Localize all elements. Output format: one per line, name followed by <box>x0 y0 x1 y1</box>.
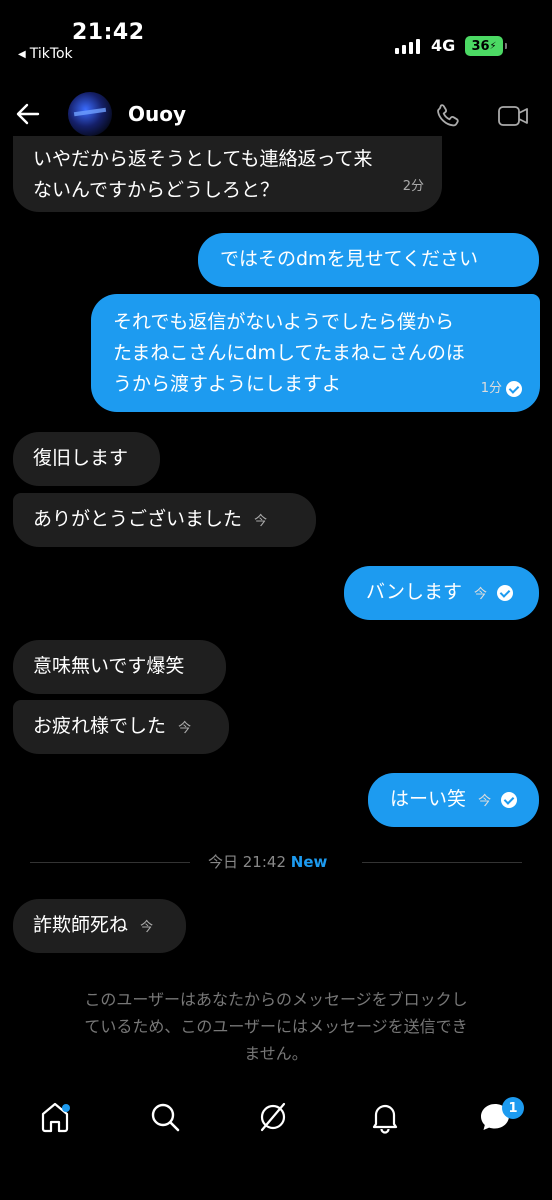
new-label: New <box>290 853 328 871</box>
message-received[interactable]: いやだから返そうとしても連絡返って来 ないんですからどうしろと？ 2分 <box>13 136 442 212</box>
divider-line <box>362 862 522 863</box>
message-received[interactable]: 復旧します <box>13 432 160 486</box>
home-unread-dot <box>62 1104 70 1112</box>
message-text: はーい笑 <box>390 788 467 810</box>
message-sent[interactable]: はーい笑 今 <box>368 773 539 827</box>
back-to-app-link[interactable]: ◀ TikTok <box>18 46 73 62</box>
message-text: たまねこさんにdmしてたまねこさんのほ <box>113 342 465 364</box>
message-time: 今 <box>474 587 488 602</box>
divider-line <box>30 862 190 863</box>
message-time: 1分 <box>480 381 502 396</box>
back-triangle-icon: ◀ <box>18 48 26 60</box>
battery-level: 36 <box>471 38 490 54</box>
message-text: 詐欺師死ね <box>33 914 129 936</box>
message-text: いやだから返そうとしても連絡返って来 <box>33 148 373 170</box>
message-sent[interactable]: それでも返信がないようでしたら僕から たまねこさんにdmしてたまねこさんのほ う… <box>91 294 540 412</box>
status-bar: 21:42 ◀ TikTok 4G 36 ⚡ <box>0 0 552 72</box>
notice-line: ているため、このユーザーにはメッセージを送信でき <box>84 1017 468 1036</box>
message-time: 2分 <box>402 179 424 194</box>
notice-line: このユーザーはあなたからのメッセージをブロックし <box>84 990 468 1009</box>
message-text: ではそのdmを見せてください <box>220 248 478 270</box>
message-text: 復旧します <box>33 447 129 469</box>
avatar[interactable] <box>68 92 112 136</box>
message-received[interactable]: 詐欺師死ね 今 <box>13 899 186 953</box>
message-text: ないんですからどうしろと？ <box>33 179 280 201</box>
back-arrow-icon[interactable] <box>14 100 42 128</box>
messages-badge: 1 <box>502 1097 524 1119</box>
network-type: 4G <box>431 36 456 55</box>
search-icon[interactable] <box>148 1100 182 1134</box>
battery-icon: 36 ⚡ <box>465 36 507 56</box>
conversation-username[interactable]: Ouoy <box>128 102 186 126</box>
read-receipt-icon <box>506 380 522 397</box>
message-time: 今 <box>178 721 192 736</box>
divider-text: 今日 21:42 New <box>208 851 327 872</box>
message-text: お疲れ様でした <box>33 715 167 737</box>
explore-icon[interactable] <box>256 1100 290 1134</box>
video-call-icon[interactable] <box>497 102 529 130</box>
message-text: バンします <box>366 581 462 603</box>
signal-strength-icon <box>395 38 420 54</box>
message-received[interactable]: お疲れ様でした 今 <box>13 700 229 754</box>
message-sent[interactable]: バンします 今 <box>344 566 539 620</box>
message-text: うから渡すようにしますよ <box>113 373 342 395</box>
status-time: 21:42 <box>72 20 145 45</box>
blocked-notice: このユーザーはあなたからのメッセージをブロックし ているため、このユーザーにはメ… <box>26 986 526 1067</box>
phone-icon[interactable] <box>434 102 462 130</box>
back-app-label: TikTok <box>29 46 73 62</box>
bottom-navigation <box>0 1090 552 1150</box>
message-text: ありがとうございました <box>33 508 243 530</box>
message-time: 今 <box>254 514 268 529</box>
message-received[interactable]: 意味無いです爆笑 <box>13 640 226 694</box>
message-sent[interactable]: ではそのdmを見せてください <box>198 233 539 287</box>
divider-time: 今日 21:42 <box>208 853 286 871</box>
read-receipt-icon <box>497 584 514 601</box>
notice-line: ません。 <box>244 1044 308 1063</box>
read-receipt-icon <box>501 791 518 808</box>
new-messages-divider: 今日 21:42 New <box>0 851 552 873</box>
message-time: 今 <box>478 794 492 809</box>
message-time: 今 <box>140 920 154 935</box>
message-text: それでも返信がないようでしたら僕から <box>113 311 455 333</box>
message-received[interactable]: ありがとうございました 今 <box>13 493 316 547</box>
notifications-icon[interactable] <box>368 1100 402 1134</box>
message-text: 意味無いです爆笑 <box>33 655 185 677</box>
